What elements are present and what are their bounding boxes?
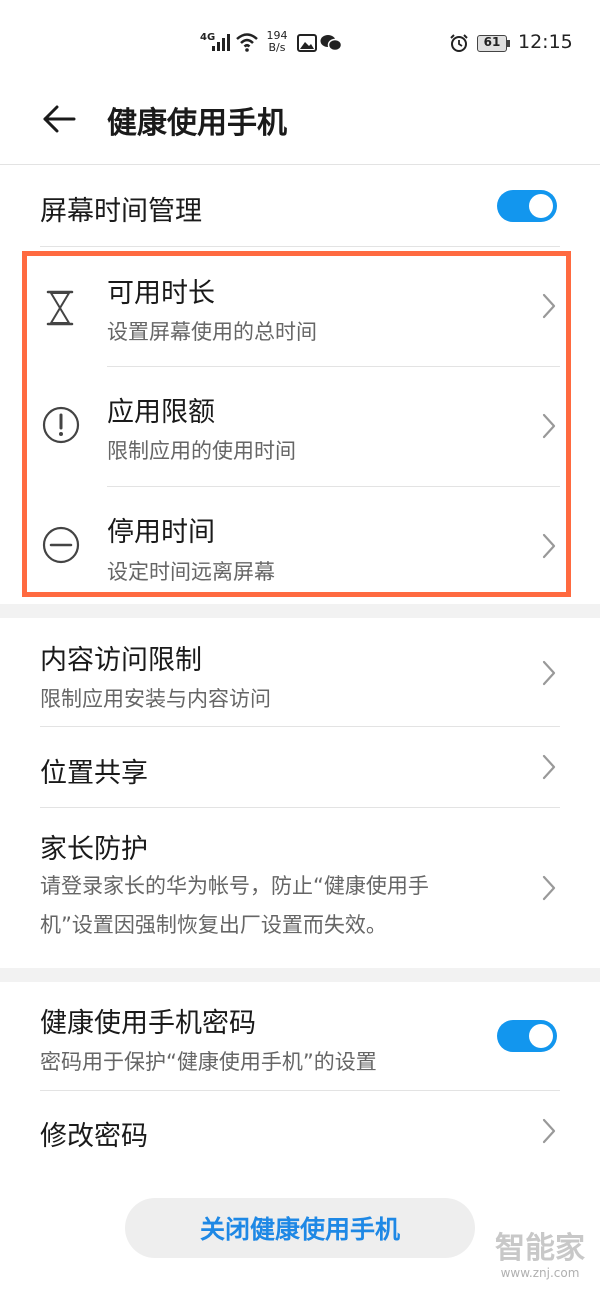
watermark-logo: 智能家 <box>495 1231 585 1266</box>
close-healthy-usage-button[interactable]: 关闭健康使用手机 <box>125 1198 475 1258</box>
signal-icon <box>212 34 230 51</box>
image-notification-icon <box>297 34 317 52</box>
highlight-box <box>22 251 571 597</box>
content-restrictions-subtitle: 限制应用安装与内容访问 <box>40 687 271 711</box>
toggle-knob <box>529 1024 553 1048</box>
chevron-right-icon <box>542 660 556 686</box>
back-arrow-icon[interactable] <box>40 100 80 140</box>
screen-time-toggle[interactable] <box>497 190 557 222</box>
parental-protection-description: 请登录家长的华为帐号，防止“健康使用手 机”设置因强制恢复出厂设置而失效。 <box>40 867 535 945</box>
parental-protection-line-2: 机”设置因强制恢复出厂设置而失效。 <box>40 913 387 937</box>
network-speed-unit: B/s <box>268 41 286 54</box>
content-restrictions-title: 内容访问限制 <box>40 645 202 676</box>
battery-icon: 61 <box>477 35 507 52</box>
parental-protection-title: 家长防护 <box>40 834 148 865</box>
password-title: 健康使用手机密码 <box>40 1008 256 1039</box>
battery-tip <box>507 40 510 47</box>
watermark: 智能家 www.znj.com <box>488 1231 592 1281</box>
location-sharing-title: 位置共享 <box>40 758 148 789</box>
wifi-icon <box>236 33 258 52</box>
chevron-right-icon <box>542 875 556 901</box>
chevron-right-icon <box>542 1118 556 1144</box>
network-speed: 194 B/s <box>262 30 292 54</box>
chevron-right-icon <box>542 754 556 780</box>
change-password-title: 修改密码 <box>40 1121 148 1152</box>
watermark-url: www.znj.com <box>500 1266 580 1280</box>
divider <box>40 246 560 247</box>
screen-time-label: 屏幕时间管理 <box>40 196 202 227</box>
clock: 12:15 <box>518 31 573 53</box>
page-title: 健康使用手机 <box>107 106 287 141</box>
section-gap <box>0 968 600 982</box>
alarm-icon <box>450 34 468 52</box>
password-toggle[interactable] <box>497 1020 557 1052</box>
parental-protection-line-1: 请登录家长的华为帐号，防止“健康使用手 <box>40 874 429 898</box>
toggle-knob <box>529 194 553 218</box>
section-gap <box>0 604 600 618</box>
password-subtitle: 密码用于保护“健康使用手机”的设置 <box>40 1050 377 1074</box>
status-bar: 4G 194 B/s 61 12:15 <box>0 0 600 90</box>
battery-level: 61 <box>483 35 501 49</box>
wechat-icon <box>320 35 342 52</box>
